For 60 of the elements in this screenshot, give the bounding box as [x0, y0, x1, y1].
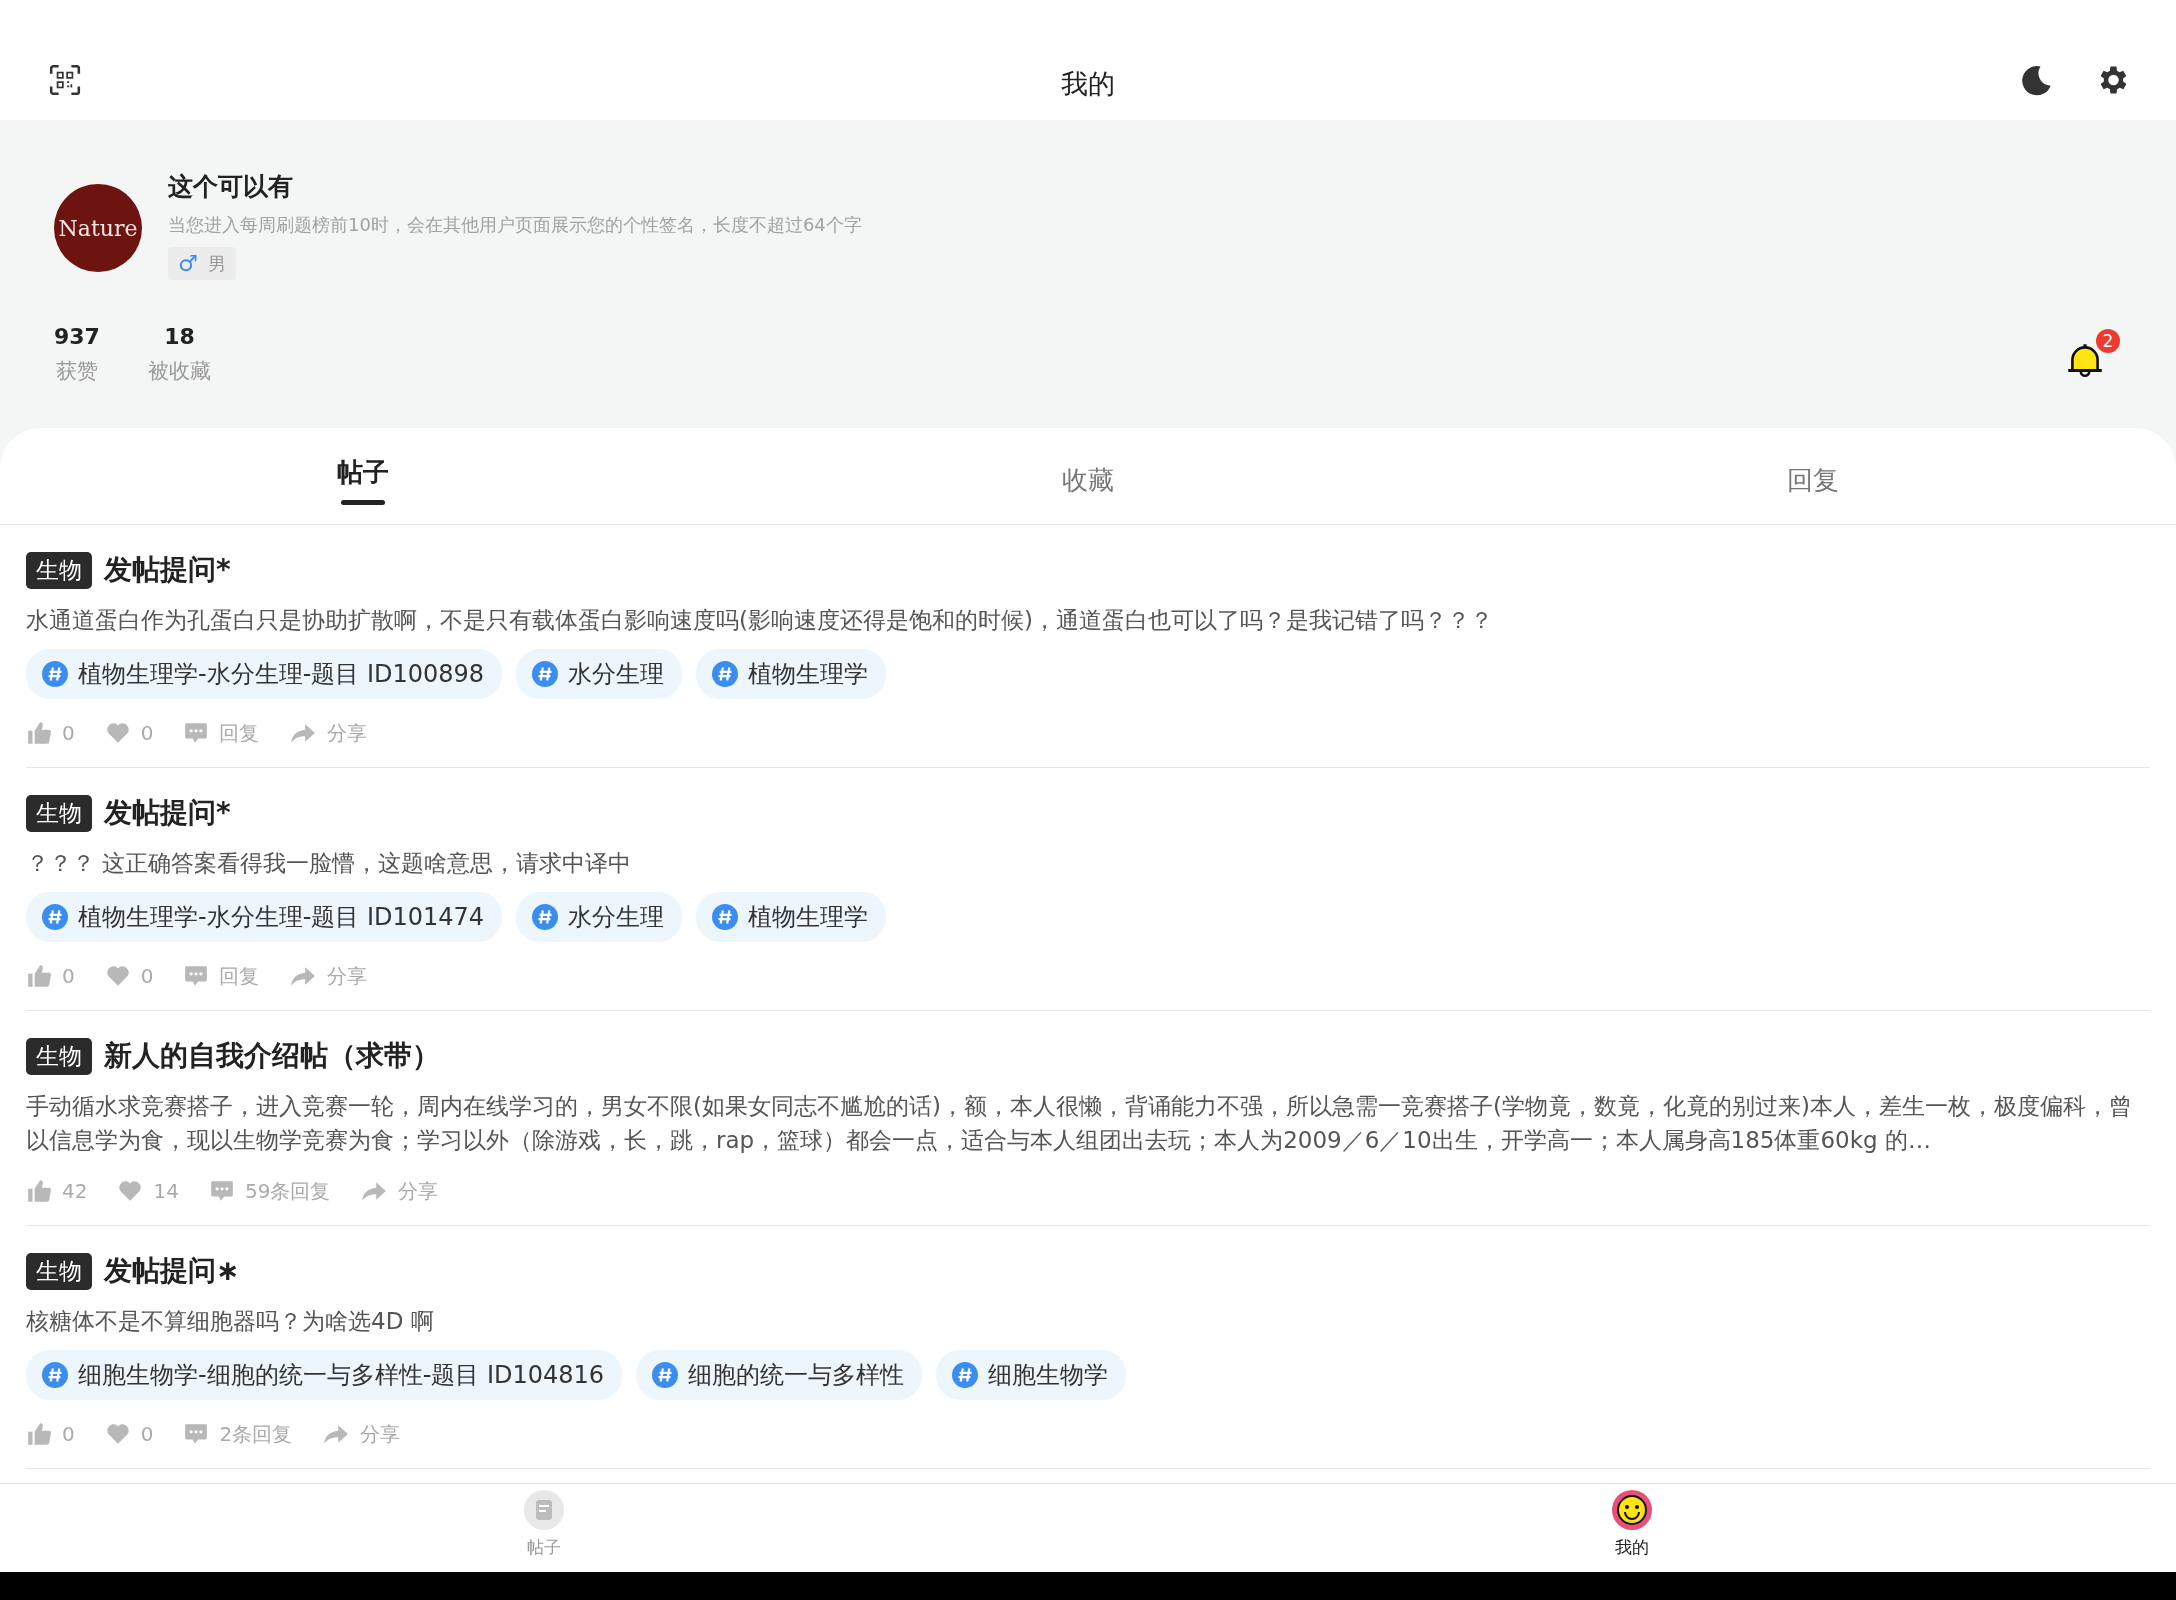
stat-label: 获赞	[55, 358, 98, 385]
thumbs-up-icon[interactable]	[26, 963, 52, 989]
thumbs-up-icon[interactable]	[26, 1421, 52, 1447]
post-title[interactable]: 新人的自我介绍帖（求带）	[104, 1037, 440, 1075]
notification-badge: 2	[2096, 329, 2120, 353]
user-name: 这个可以有	[168, 171, 293, 203]
smiley-icon	[1612, 1490, 1652, 1530]
thumbs-up-icon[interactable]	[26, 720, 52, 746]
category-tag: 生物	[26, 551, 92, 589]
tab[interactable]: 回复	[1787, 462, 1840, 498]
topic-chip[interactable]: 植物生理学-水分生理-题目 ID101474	[26, 892, 503, 942]
like-count: 0	[62, 964, 75, 988]
post-body: 手动循水求竞赛搭子，进入竞赛一轮，周内在线学习的，男女不限(如果女同志不尴尬的话)，额，本人很懒，背诵能力不强，所以急需一竞赛搭子(学物竟，数竟，化竟的别过来)本人，差生一枚，极度偏科，曾以信息学为食，现以生物学竞赛为食；学习以外（除游戏，长，跳，rap，篮球）都会一点，适合与本人组团出去玩；本人为2009／6／10出生，开学高一；本人属身高185体重60kg 的…	[26, 1092, 2133, 1155]
post-body: ？？？ 这正确答案看得我一脸懵，这题啥意思，请求中译中	[26, 849, 633, 878]
topic-chip[interactable]: 水分生理	[516, 892, 683, 942]
page-title: 我的	[1061, 67, 1115, 101]
like-count: 0	[62, 1422, 75, 1446]
topic-chip[interactable]: 水分生理	[516, 649, 683, 699]
post-body: 核糖体不是不算细胞器吗？为啥选4D 啊	[26, 1307, 435, 1336]
stat-label: 被收藏	[147, 358, 211, 385]
post-title[interactable]: 发帖提问*	[104, 794, 231, 832]
post-title[interactable]: 发帖提问∗	[104, 1252, 240, 1290]
hash-icon	[532, 661, 559, 687]
hash-icon	[952, 1362, 979, 1388]
signature-text: 当您进入每周刷题榜前10时，会在其他用户页面展示您的个性签名，长度不超过64个字	[168, 213, 862, 237]
avatar[interactable]: Nature	[54, 184, 142, 272]
qr-scan-icon[interactable]	[48, 63, 82, 97]
thumbs-up-icon[interactable]	[26, 1178, 52, 1204]
topic-chip[interactable]: 植物生理学	[696, 649, 887, 699]
favorite-count: 0	[140, 964, 154, 988]
hash-icon	[532, 904, 559, 930]
hash-icon	[712, 661, 739, 687]
like-count: 42	[62, 1179, 88, 1203]
category-tag: 生物	[26, 1037, 92, 1075]
category-tag: 生物	[26, 1252, 92, 1290]
topic-chip[interactable]: 细胞的统一与多样性	[636, 1350, 923, 1400]
stat-value: 937	[54, 324, 100, 349]
post-icon	[524, 1490, 564, 1530]
tab[interactable]: 收藏	[1062, 462, 1114, 498]
gender-chip: ♂ 男	[168, 247, 236, 280]
favorite-count: 14	[153, 1179, 179, 1203]
post-body: 水通道蛋白作为孔蛋白只是协助扩散啊，不是只有载体蛋白影响速度吗(影响速度还得是饱和的时候)，通道蛋白也可以了吗？是我记错了吗？？？	[26, 606, 1494, 635]
topic-chip[interactable]: 植物生理学	[696, 892, 887, 942]
topic-chip[interactable]: 细胞生物学	[936, 1350, 1127, 1400]
hash-icon	[712, 904, 739, 930]
bottom-nav-item[interactable]: 我的	[1612, 1484, 1652, 1572]
favorite-count: 0	[140, 721, 154, 745]
stat-value: 18	[164, 324, 195, 349]
hash-icon	[42, 904, 68, 930]
tab-underline	[340, 500, 385, 505]
tab[interactable]: 帖子	[336, 455, 389, 490]
hash-icon	[42, 661, 68, 687]
hash-icon	[652, 1362, 679, 1388]
hash-icon	[42, 1362, 68, 1388]
category-tag: 生物	[26, 794, 92, 832]
topic-chip[interactable]: 植物生理学-水分生理-题目 ID100898	[26, 649, 503, 699]
post-title[interactable]: 发帖提问*	[104, 551, 231, 589]
like-count: 0	[62, 721, 75, 745]
topic-chip[interactable]: 细胞生物学-细胞的统一与多样性-题目 ID104816	[26, 1350, 623, 1400]
favorite-count: 0	[140, 1422, 154, 1446]
